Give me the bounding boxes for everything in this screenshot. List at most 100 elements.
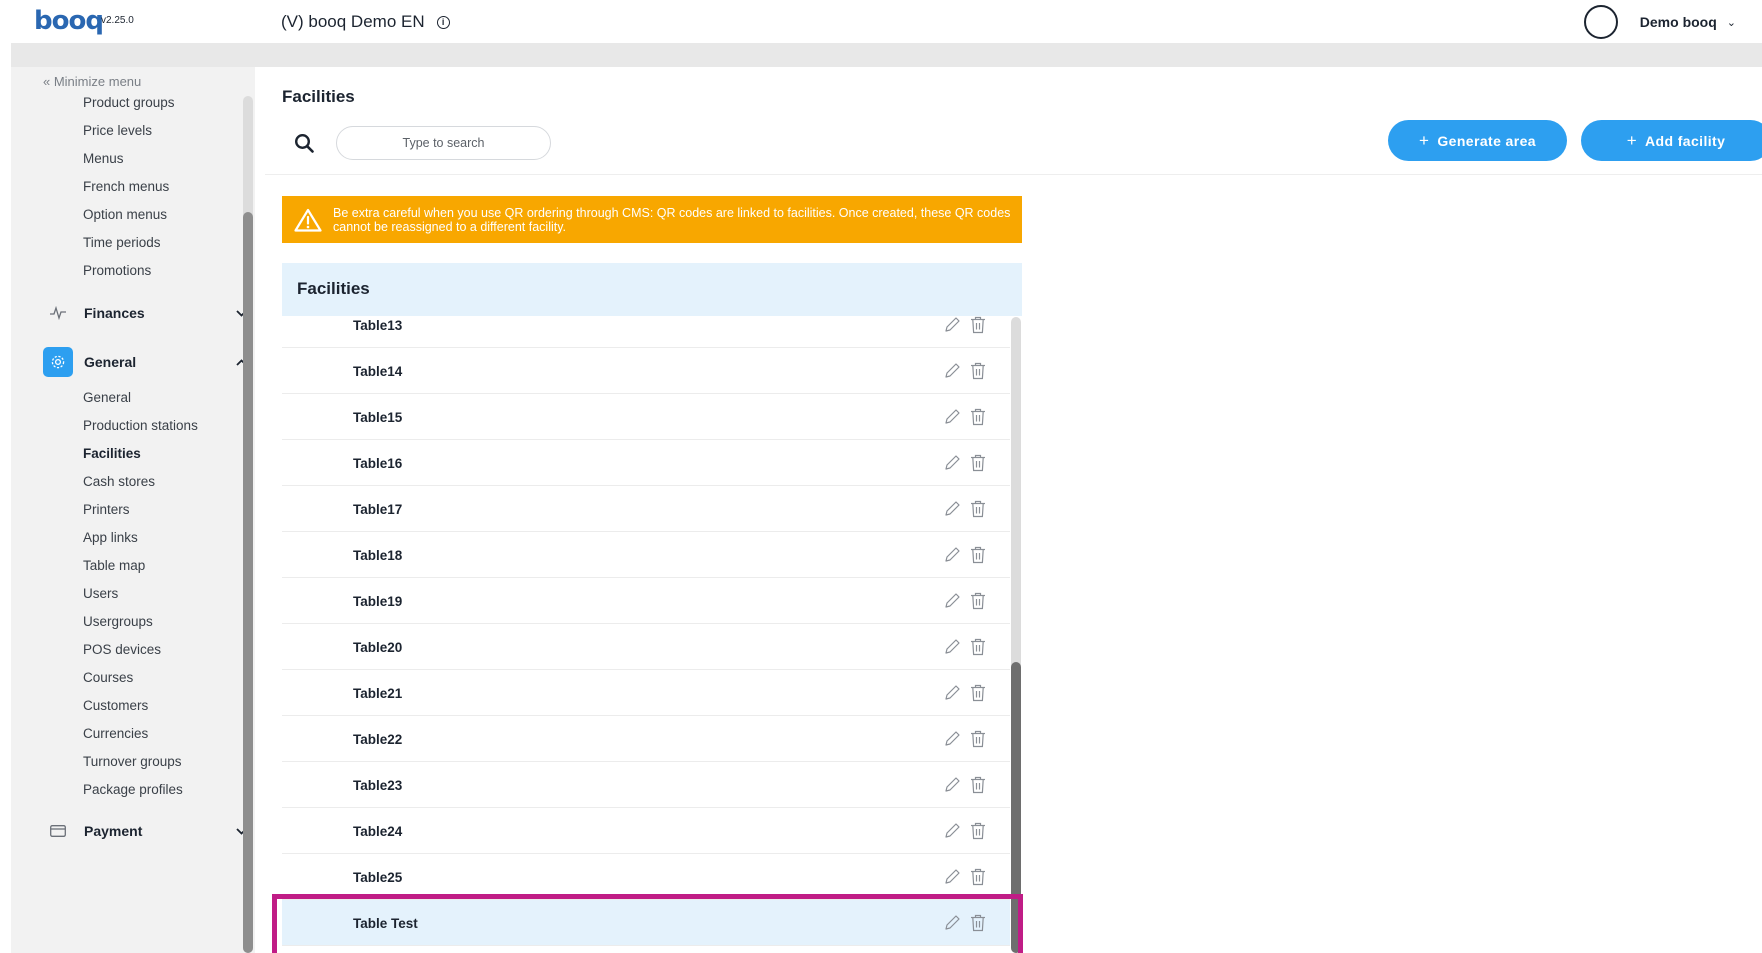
edit-icon[interactable] xyxy=(943,592,961,610)
add-facility-button[interactable]: + Add facility xyxy=(1581,120,1762,161)
search-input[interactable] xyxy=(336,126,551,160)
payment-icon xyxy=(43,816,73,846)
table-row[interactable]: Table14 xyxy=(282,348,1010,394)
sidebar-item-users[interactable]: Users xyxy=(83,586,118,601)
facility-name: Table23 xyxy=(353,777,403,793)
edit-icon[interactable] xyxy=(943,362,961,380)
facility-name: Table20 xyxy=(353,639,403,655)
sidebar-item-courses[interactable]: Courses xyxy=(83,670,133,685)
edit-icon[interactable] xyxy=(943,822,961,840)
edit-icon[interactable] xyxy=(943,868,961,886)
sidebar-item-production-stations[interactable]: Production stations xyxy=(83,418,198,433)
page-title: Facilities xyxy=(282,87,355,106)
table-row[interactable]: Table22 xyxy=(282,716,1010,762)
trash-icon[interactable] xyxy=(970,500,986,518)
sidebar-group-finances[interactable]: Finances xyxy=(43,298,255,328)
gear-icon xyxy=(43,347,73,377)
sidebar-item-table-map[interactable]: Table map xyxy=(83,558,145,573)
trash-icon[interactable] xyxy=(970,408,986,426)
table-row[interactable]: Table13 xyxy=(282,316,1010,348)
edit-icon[interactable] xyxy=(943,730,961,748)
sidebar-item-time-periods[interactable]: Time periods xyxy=(83,235,161,250)
sidebar-group-general[interactable]: General xyxy=(43,347,255,377)
sidebar-item-turnover-groups[interactable]: Turnover groups xyxy=(83,754,182,769)
table-row[interactable]: Table15 xyxy=(282,394,1010,440)
sidebar-item-product-groups[interactable]: Product groups xyxy=(83,95,175,110)
plus-icon: + xyxy=(1626,130,1638,150)
table-row[interactable]: Table16 xyxy=(282,440,1010,486)
facility-name: Table19 xyxy=(353,593,403,609)
facilities-list: Table13 Table14 Table15 Table16 Table17 … xyxy=(282,316,1022,953)
table-row[interactable]: Table24 xyxy=(282,808,1010,854)
table-row[interactable]: Table17 xyxy=(282,486,1010,532)
sidebar-item-app-links[interactable]: App links xyxy=(83,530,138,545)
trash-icon[interactable] xyxy=(970,730,986,748)
sidebar-item-french-menus[interactable]: French menus xyxy=(83,179,169,194)
sidebar-item-promotions[interactable]: Promotions xyxy=(83,263,151,278)
sidebar-group-payment[interactable]: Payment xyxy=(43,816,255,846)
booq-logo[interactable]: booq xyxy=(34,6,104,36)
header-divider xyxy=(11,43,1762,67)
edit-icon[interactable] xyxy=(943,776,961,794)
edit-icon[interactable] xyxy=(943,408,961,426)
sidebar-scrollbar-thumb[interactable] xyxy=(243,212,253,953)
finances-icon xyxy=(43,298,73,328)
table-row[interactable]: Table21 xyxy=(282,670,1010,716)
edit-icon[interactable] xyxy=(943,684,961,702)
sidebar-item-customers[interactable]: Customers xyxy=(83,698,148,713)
table-row[interactable]: Table19 xyxy=(282,578,1010,624)
trash-icon[interactable] xyxy=(970,684,986,702)
generate-area-button[interactable]: + Generate area xyxy=(1388,120,1567,161)
top-bar: booq v2.25.0 (V) booq Demo EN i Demo boo… xyxy=(0,0,1762,43)
info-icon[interactable]: i xyxy=(436,15,450,29)
warning-icon xyxy=(294,208,322,232)
sidebar-item-currencies[interactable]: Currencies xyxy=(83,726,148,741)
edit-icon[interactable] xyxy=(943,454,961,472)
trash-icon[interactable] xyxy=(970,822,986,840)
sidebar-item-price-levels[interactable]: Price levels xyxy=(83,123,152,138)
facility-name: Table16 xyxy=(353,455,403,471)
facilities-table-header: Facilities xyxy=(282,263,1022,316)
sidebar-item-usergroups[interactable]: Usergroups xyxy=(83,614,153,629)
version-label: v2.25.0 xyxy=(101,15,134,26)
table-row[interactable]: Table18 xyxy=(282,532,1010,578)
edit-icon[interactable] xyxy=(943,546,961,564)
facility-name: Table22 xyxy=(353,731,403,747)
facility-name: Table17 xyxy=(353,501,403,517)
sidebar-item-pos-devices[interactable]: POS devices xyxy=(83,642,161,657)
sidebar-item-general[interactable]: General xyxy=(83,390,131,405)
trash-icon[interactable] xyxy=(970,868,986,886)
highlight-box xyxy=(272,894,1023,953)
sidebar-item-facilities[interactable]: Facilities xyxy=(83,446,141,461)
sidebar-item-menus[interactable]: Menus xyxy=(83,151,124,166)
facility-name: Table14 xyxy=(353,363,403,379)
avatar[interactable] xyxy=(1583,5,1618,39)
qr-warning-banner: Be extra careful when you use QR orderin… xyxy=(282,196,1022,243)
minimize-menu-button[interactable]: « Minimize menu xyxy=(43,74,141,89)
sidebar-item-cash-stores[interactable]: Cash stores xyxy=(83,474,155,489)
edit-icon[interactable] xyxy=(943,500,961,518)
search-icon[interactable] xyxy=(294,133,314,153)
sidebar-item-option-menus[interactable]: Option menus xyxy=(83,207,167,222)
venue-name: (V) booq Demo EN xyxy=(281,12,425,31)
sidebar-item-package-profiles[interactable]: Package profiles xyxy=(83,782,183,797)
trash-icon[interactable] xyxy=(970,546,986,564)
trash-icon[interactable] xyxy=(970,592,986,610)
trash-icon[interactable] xyxy=(970,316,986,334)
facility-name: Table15 xyxy=(353,409,403,425)
trash-icon[interactable] xyxy=(970,454,986,472)
edit-icon[interactable] xyxy=(943,316,961,334)
plus-icon: + xyxy=(1419,130,1430,150)
sidebar-group-label: General xyxy=(84,354,137,370)
trash-icon[interactable] xyxy=(970,362,986,380)
sidebar-group-label: Payment xyxy=(84,823,143,839)
trash-icon[interactable] xyxy=(970,776,986,794)
sidebar-item-printers[interactable]: Printers xyxy=(83,502,130,517)
sidebar-group-label: Finances xyxy=(84,305,145,321)
table-row[interactable]: Table20 xyxy=(282,624,1010,670)
venue-selector[interactable]: (V) booq Demo EN i xyxy=(281,12,450,32)
table-row[interactable]: Table23 xyxy=(282,762,1010,808)
edit-icon[interactable] xyxy=(943,638,961,656)
user-menu[interactable]: Demo booq ⌄ xyxy=(1583,5,1736,39)
trash-icon[interactable] xyxy=(970,638,986,656)
